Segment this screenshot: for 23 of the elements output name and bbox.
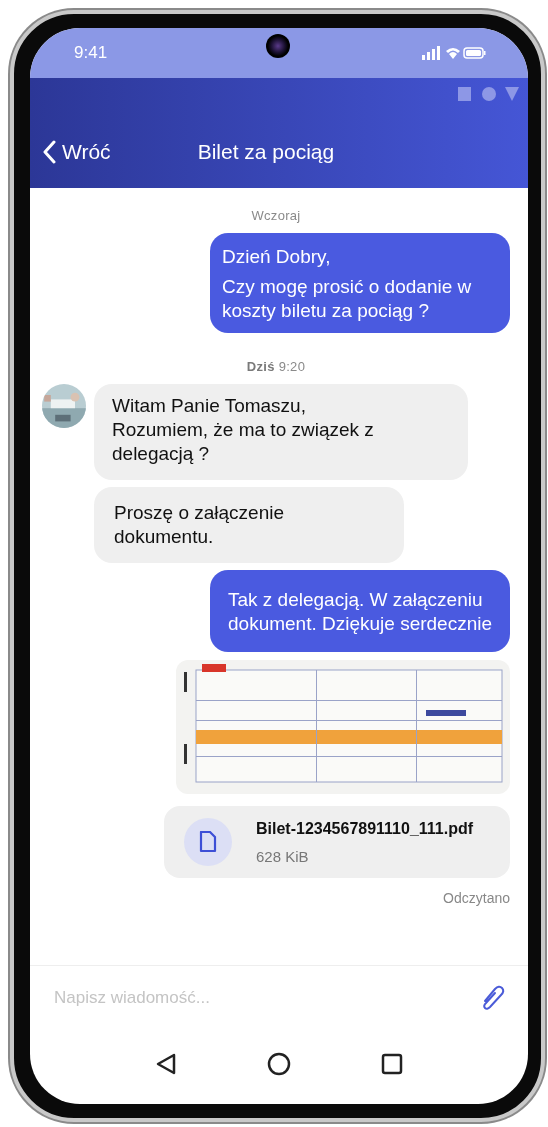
screen-title: Bilet za pociąg xyxy=(197,140,335,164)
message-bubble: Tak z delegacją. W załączeniu dokument. Dziękuje serdecznie xyxy=(210,570,510,652)
message-bubble: Dzień Dobry, Czy mogę prosić o dodanie w koszty biletu za pociąg ? xyxy=(210,233,510,333)
chevron-left-icon xyxy=(42,140,56,164)
message-field[interactable]: Napisz wiadomość... xyxy=(52,987,472,1009)
recents-nav-icon[interactable] xyxy=(381,1053,403,1075)
camera-icon xyxy=(266,34,290,58)
clock-time: 9:41 xyxy=(74,43,108,63)
back-button[interactable]: Wróć xyxy=(42,140,111,164)
document-icon xyxy=(184,818,232,866)
date-label: Dziś 9:20 xyxy=(246,359,306,374)
shapes-icon xyxy=(458,86,520,102)
file-name: Bilet-1234567891110_111.pdf xyxy=(256,819,474,838)
message-bubble: Witam Panie Tomaszu, Rozumiem, że ma to związek z delegacją ? xyxy=(94,384,468,480)
signal-wifi-battery-icon xyxy=(422,45,486,61)
back-nav-icon[interactable] xyxy=(155,1052,177,1076)
message-bubble: Proszę o załączenie dokumentu. xyxy=(94,487,404,563)
read-status: Odczytano xyxy=(443,890,510,906)
file-attachment[interactable]: Bilet-1234567891110_111.pdf 628 KiB xyxy=(164,806,510,878)
file-size: 628 KiB xyxy=(256,847,310,865)
paperclip-icon[interactable] xyxy=(480,984,506,1012)
date-label: Wczoraj xyxy=(251,208,301,223)
home-nav-icon[interactable] xyxy=(267,1052,291,1076)
